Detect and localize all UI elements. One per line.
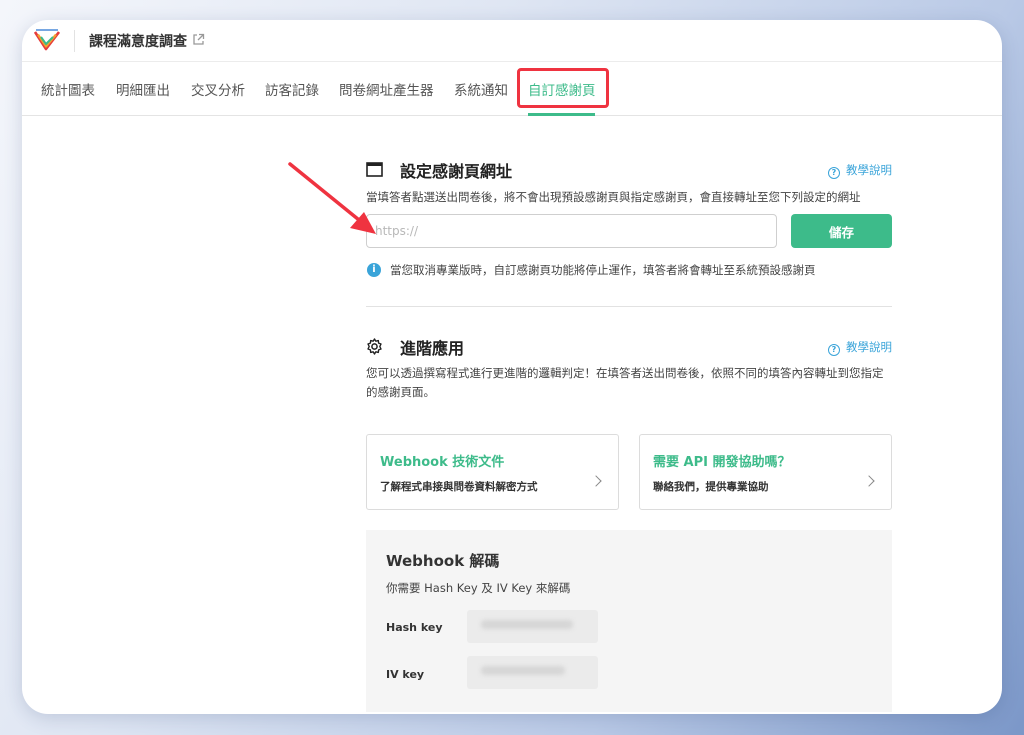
info-icon: i	[367, 263, 381, 277]
advanced-help-link[interactable]: ? 教學說明	[828, 339, 892, 356]
card-title: Webhook 技術文件	[380, 455, 505, 470]
card-description: 聯絡我們，提供專業協助	[653, 481, 769, 493]
survey-logo[interactable]	[34, 29, 60, 53]
question-icon: ?	[828, 167, 840, 179]
advanced-section-title: 進階應用	[400, 339, 465, 358]
tab-system-notification[interactable]: 系統通知	[454, 79, 508, 99]
external-link-icon[interactable]	[192, 33, 205, 46]
tab-bar: 統計圖表 明細匯出 交叉分析 訪客記錄 問卷網址產生器 系統通知 自訂感謝頁	[22, 63, 1002, 116]
save-button[interactable]: 儲存	[791, 214, 892, 248]
pro-notice-text: 當您取消專業版時，自訂感謝頁功能將停止運作，填答者將會轉址至系統預設感謝頁	[390, 263, 816, 277]
help-link-label: 教學說明	[846, 340, 892, 354]
advanced-description: 您可以透過撰寫程式進行更進階的邏輯判定！在填答者送出問卷後，依照不同的填答內容轉…	[366, 366, 884, 399]
gear-icon	[367, 338, 382, 355]
survey-title: 課程滿意度調查	[89, 34, 187, 50]
hash-key-value-redacted[interactable]	[467, 610, 598, 643]
top-bar: 課程滿意度調查	[22, 20, 1002, 62]
decode-title: Webhook 解碼	[386, 552, 500, 570]
annotation-highlight-box	[517, 68, 609, 108]
advanced-section-header: 進階應用 ? 教學說明	[366, 335, 892, 359]
tab-visitor-log[interactable]: 訪客記錄	[265, 79, 319, 99]
help-link[interactable]: ? 教學說明	[828, 162, 892, 179]
tab-cross-analysis[interactable]: 交叉分析	[191, 79, 245, 99]
card-description: 了解程式串接與問卷資料解密方式	[380, 481, 538, 493]
app-window: 課程滿意度調查 統計圖表 明細匯出 交叉分析 訪客記錄 問卷網址產生器 系統通知…	[22, 20, 1002, 714]
thankyou-section-header: 設定感謝頁網址 ? 教學說明	[366, 158, 892, 182]
pro-notice: i 當您取消專業版時，自訂感謝頁功能將停止運作，填答者將會轉址至系統預設感謝頁	[366, 262, 892, 278]
iv-key-value-redacted[interactable]	[467, 656, 598, 689]
annotation-arrow-icon	[288, 162, 376, 234]
thankyou-section-title: 設定感謝頁網址	[400, 162, 513, 181]
question-icon: ?	[828, 344, 840, 356]
api-support-card[interactable]: 需要 API 開發協助嗎？ 聯絡我們，提供專業協助	[639, 434, 892, 510]
thankyou-url-input[interactable]	[366, 214, 777, 248]
help-link-label: 教學說明	[846, 163, 892, 177]
tab-url-generator[interactable]: 問卷網址產生器	[339, 79, 434, 99]
hash-key-label: Hash key	[386, 621, 443, 634]
iv-key-label: IV key	[386, 668, 425, 681]
thankyou-description: 當填答者點選送出問卷後，將不會出現預設感謝頁與指定感謝頁，會直接轉址至您下列設定…	[366, 190, 861, 204]
decode-subtitle: 你需要 Hash Key 及 IV Key 來解碼	[386, 581, 571, 595]
chevron-right-icon	[590, 475, 602, 487]
chevron-right-icon	[863, 475, 875, 487]
webhook-docs-card[interactable]: Webhook 技術文件 了解程式串接與問卷資料解密方式	[366, 434, 619, 510]
divider	[74, 30, 75, 52]
tab-statistics-chart[interactable]: 統計圖表	[41, 79, 95, 99]
tab-detail-export[interactable]: 明細匯出	[116, 79, 170, 99]
active-tab-indicator	[528, 113, 595, 116]
section-divider	[366, 306, 892, 307]
card-title: 需要 API 開發協助嗎？	[653, 455, 791, 470]
webhook-decode-panel: Webhook 解碼 你需要 Hash Key 及 IV Key 來解碼 Has…	[366, 530, 892, 712]
